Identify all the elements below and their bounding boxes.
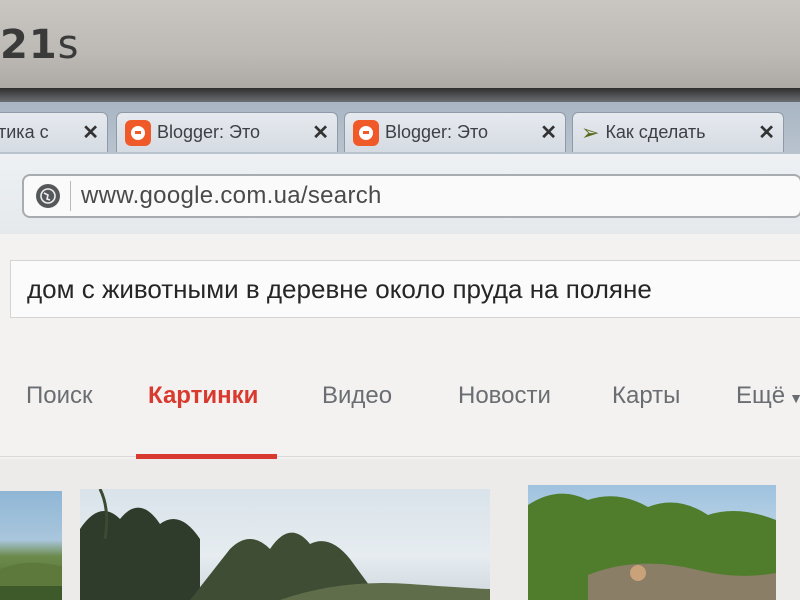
browser-toolbar: www.google.com.ua/search [0,154,800,234]
nav-item-more[interactable]: Ещё ▼ [736,382,800,410]
search-nav: Поиск Картинки Видео Новости Карты Ещё ▼ [0,344,800,464]
nav-item-images[interactable]: Картинки [148,382,258,410]
google-results-page: Поиск Картинки Видео Новости Карты Ещё▼ [0,234,800,600]
screen-edge [0,88,800,102]
nav-item-maps[interactable]: Карты [612,382,680,410]
nav-item-news[interactable]: Новости [458,382,551,410]
globe-icon [36,184,60,208]
nav-item-search[interactable]: Поиск [26,382,93,410]
monitor-bezel: 21s [0,0,800,96]
tab-3[interactable]: ➢ Как сделать ✕ [572,112,784,152]
blogger-icon [353,119,379,146]
tab-title: стика с [0,122,49,142]
close-icon[interactable]: ✕ [312,120,329,145]
close-icon[interactable]: ✕ [758,120,775,145]
nav-item-more-label: Ещё [736,382,786,409]
bezel-label-number: 21 [0,22,58,68]
tab-title: Как сделать [605,122,706,142]
image-thumbnail[interactable] [528,485,776,600]
paper-plane-icon: ➢ [581,119,600,145]
image-thumbnail[interactable] [80,489,490,600]
chevron-down-icon: ▼ [789,390,800,406]
address-url[interactable]: www.google.com.ua/search [81,182,382,210]
url-host: www.google.com.ua [81,182,301,209]
meadow-image [528,493,776,600]
search-box[interactable] [10,260,800,318]
nav-item-video[interactable]: Видео [322,382,392,410]
search-input[interactable] [25,272,789,306]
image-results [0,459,800,600]
bezel-label: 21s [0,22,80,68]
tab-title: Blogger: Это [385,122,489,142]
close-icon[interactable]: ✕ [540,120,557,145]
landscape-image [0,562,62,600]
tab-1[interactable]: Blogger: Это ✕ [116,112,338,152]
tab-2[interactable]: Blogger: Это ✕ [344,112,566,152]
tab-strip: стика с ✕ Blogger: Это ✕ Blogger: Это ✕ … [0,102,800,154]
trees-image [80,489,490,600]
image-thumbnail[interactable] [0,491,62,600]
nav-divider [0,456,800,457]
url-path: /search [300,182,382,209]
tab-0[interactable]: стика с ✕ [0,112,108,152]
address-divider [70,181,71,211]
close-icon[interactable]: ✕ [82,120,99,145]
blogger-icon [125,119,151,146]
bezel-label-suffix: s [57,22,80,68]
tab-title: Blogger: Это [157,122,261,142]
address-bar[interactable]: www.google.com.ua/search [22,174,800,218]
